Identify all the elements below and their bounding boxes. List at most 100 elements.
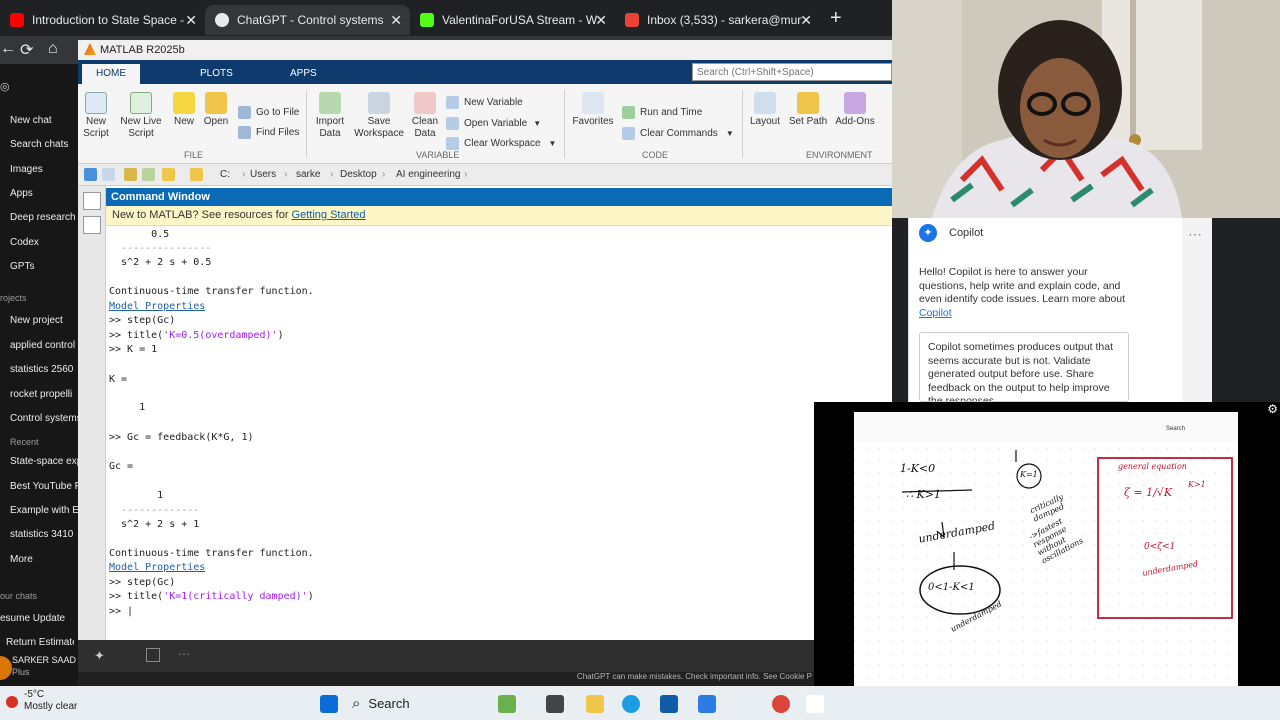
set-path-button[interactable]: Set Path (788, 92, 828, 128)
breadcrumb[interactable]: C: (220, 169, 230, 180)
new-button[interactable]: New (172, 92, 196, 128)
home-icon[interactable]: ⌂ (48, 40, 58, 58)
command-prompt[interactable]: >> | (109, 606, 133, 617)
task-view-icon[interactable] (546, 695, 564, 713)
search-label[interactable]: Search (1166, 426, 1185, 432)
layout-button[interactable]: Layout (748, 92, 782, 128)
find-files-button[interactable]: Find Files (238, 126, 299, 139)
breadcrumb[interactable]: Desktop (340, 169, 377, 180)
close-icon[interactable]: ✕ (595, 12, 607, 29)
model-properties-link[interactable]: Model Properties (109, 301, 205, 312)
breadcrumb[interactable]: AI engineering (396, 169, 461, 180)
up-folder-icon[interactable] (124, 168, 137, 181)
sidebar-item-search-chats[interactable]: Search chats (10, 139, 78, 150)
new-live-script-button[interactable]: New Live Script (116, 92, 166, 140)
tab-plots[interactable]: PLOTS (186, 64, 247, 84)
sidebar-item-gpts[interactable]: GPTs (10, 261, 78, 272)
file-explorer-icon[interactable] (586, 695, 604, 713)
scrollbar[interactable]: ⋯ (1182, 218, 1212, 402)
copilot-link[interactable]: Copilot (919, 307, 952, 319)
canvas-icon[interactable] (146, 648, 160, 662)
user-name[interactable]: SARKER SAAD (12, 655, 80, 665)
project-item[interactable]: statistics 2560 (10, 364, 78, 375)
sidebar-item-deep-research[interactable]: Deep research (10, 212, 78, 223)
chrome-icon[interactable] (772, 695, 790, 713)
app-icon[interactable] (806, 695, 824, 713)
windows-start-icon[interactable] (320, 695, 338, 713)
new-script-button[interactable]: New Script (82, 92, 110, 140)
new-tab-button[interactable]: + (830, 7, 842, 30)
save-workspace-button[interactable]: Save Workspace (354, 92, 404, 140)
open-button[interactable]: Open (202, 92, 230, 128)
new-variable-button[interactable]: New Variable (446, 96, 523, 109)
go-to-file-button[interactable]: Go to File (238, 106, 299, 119)
project-item[interactable]: applied control (10, 340, 78, 351)
tab-youtube[interactable]: Introduction to State Space - You ✕ (0, 5, 205, 35)
tab-home[interactable]: HOME (82, 64, 140, 84)
chevron-down-icon[interactable]: ▼ (726, 129, 734, 138)
close-icon[interactable]: ✕ (800, 12, 812, 29)
group-label-environment: ENVIRONMENT (806, 150, 873, 160)
sidebar-toggle-icon[interactable]: ◎ (0, 80, 10, 93)
weather-widget[interactable]: -5°C Mostly clear (24, 689, 77, 713)
forward-arrow-icon[interactable] (102, 168, 115, 181)
close-icon[interactable]: ✕ (390, 12, 402, 29)
project-item[interactable]: rocket propelli (10, 389, 78, 400)
run-and-time-button[interactable]: Run and Time (622, 106, 702, 119)
search-input[interactable] (692, 63, 892, 81)
import-data-button[interactable]: Import Data (314, 92, 346, 140)
open-variable-button[interactable]: Open Variable ▼ (446, 117, 541, 130)
avatar[interactable] (0, 656, 12, 680)
chat-item[interactable]: Return Estimate (6, 637, 74, 648)
store-icon[interactable] (660, 695, 678, 713)
sidebar-item-codex[interactable]: Codex (10, 237, 78, 248)
back-arrow-icon[interactable]: ← (0, 40, 16, 58)
mail-icon[interactable] (698, 695, 716, 713)
clear-workspace-button[interactable]: Clear Workspace ▼ (446, 137, 556, 150)
tools-icon[interactable]: ✦ (94, 648, 105, 664)
breadcrumb[interactable]: Users (250, 169, 276, 180)
gear-icon[interactable]: ⚙ (1267, 402, 1278, 416)
project-item[interactable]: New project (10, 315, 78, 326)
project-item[interactable]: Control systems (10, 413, 78, 424)
recent-chat-item[interactable]: State-space exp (10, 456, 78, 467)
more-icon[interactable]: ⋯ (178, 647, 190, 661)
browse-folder-icon[interactable] (142, 168, 155, 181)
close-icon[interactable]: ✕ (185, 12, 197, 29)
clean-data-button[interactable]: Clean Data (410, 92, 440, 140)
more-options-icon[interactable]: ⋯ (1188, 226, 1202, 243)
getting-started-link[interactable]: Getting Started (292, 209, 366, 221)
chevron-down-icon[interactable]: ▼ (549, 139, 557, 148)
edge-icon[interactable] (622, 695, 640, 713)
sidebar-item-new-chat[interactable]: New chat (10, 115, 78, 126)
recent-chat-item[interactable]: Best YouTube P (10, 481, 78, 492)
panel-toggle-icon[interactable] (82, 192, 101, 210)
reload-icon[interactable]: ⟳ (20, 40, 33, 60)
tab-chatgpt[interactable]: ChatGPT - Control systems ✕ (205, 5, 410, 35)
tab-apps[interactable]: APPS (276, 64, 331, 84)
recent-chat-item[interactable]: statistics 3410 (10, 529, 78, 540)
clear-commands-button[interactable]: Clear Commands ▼ (622, 127, 734, 140)
ribbon-tabs: HOME PLOTS APPS (78, 60, 892, 84)
taskbar-search[interactable]: ⌕ Search (352, 691, 492, 715)
favorites-button[interactable]: Favorites (572, 92, 614, 128)
command-window[interactable]: Command Window New to MATLAB? See resour… (106, 188, 892, 670)
sidebar-item-apps[interactable]: Apps (10, 188, 78, 199)
more-button[interactable]: More (10, 554, 78, 565)
panel-toggle-icon[interactable] (82, 216, 101, 234)
tab-gmail[interactable]: Inbox (3,533) - sarkera@mun.ca - ✕ (615, 5, 820, 35)
sidebar-item-images[interactable]: Images (10, 164, 78, 175)
chat-item[interactable]: esume Update Inq (0, 613, 68, 624)
weather-alert-icon[interactable] (6, 696, 18, 708)
recent-chat-item[interactable]: Example with E (10, 505, 78, 516)
chatgpt-input-bar[interactable]: ✦ ⋯ (78, 640, 814, 672)
back-arrow-icon[interactable] (84, 168, 97, 181)
breadcrumb[interactable]: sarke (296, 169, 320, 180)
tab-kick[interactable]: ValentinaForUSA Stream - Watch ✕ (410, 5, 615, 35)
widgets-icon[interactable] (498, 695, 516, 713)
model-properties-link[interactable]: Model Properties (109, 562, 205, 573)
add-ons-button[interactable]: Add-Ons (834, 92, 876, 128)
webcam-feed (892, 0, 1280, 218)
whiteboard: Search 1-K<0 ∴ K>1 underdamped 0<1-K<1 u… (854, 412, 1238, 704)
chevron-down-icon[interactable]: ▼ (533, 119, 541, 128)
